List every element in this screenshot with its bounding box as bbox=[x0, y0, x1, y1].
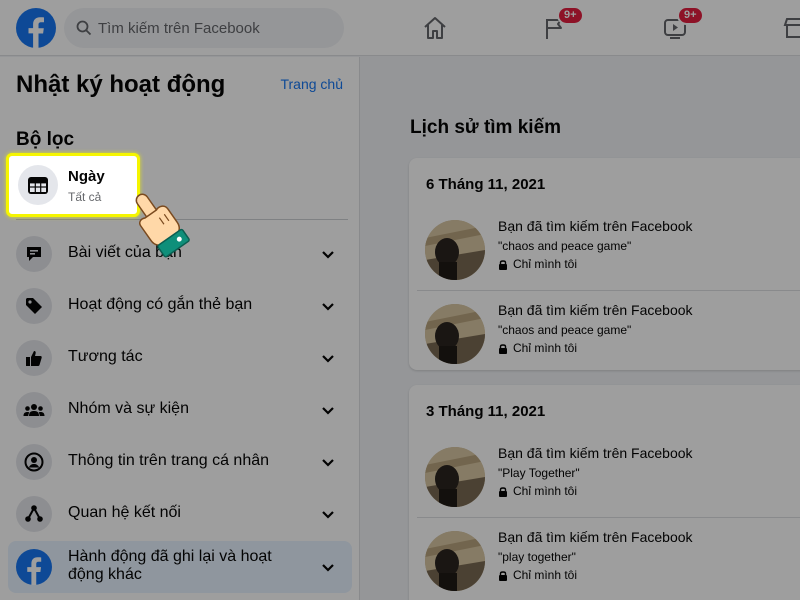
chevron-down-icon bbox=[322, 511, 334, 519]
privacy-label[interactable]: Chỉ mình tôi bbox=[498, 257, 577, 271]
divider bbox=[417, 517, 800, 518]
privacy-text: Chỉ mình tôi bbox=[513, 568, 578, 582]
date-filter-button[interactable]: Ngày Tất cả bbox=[6, 153, 140, 217]
privacy-label[interactable]: Chỉ mình tôi bbox=[498, 341, 577, 355]
pages-nav-button[interactable]: 9+ bbox=[533, 6, 584, 50]
home-link[interactable]: Trang chủ bbox=[280, 76, 343, 92]
date-group-card: 6 Tháng 11, 2021 Bạn đã tìm kiếm trên Fa… bbox=[409, 158, 800, 370]
chevron-down-icon bbox=[322, 459, 334, 467]
avatar bbox=[425, 531, 485, 591]
search-history-entry[interactable]: Bạn đã tìm kiếm trên Facebook "chaos and… bbox=[409, 206, 800, 294]
sidebar-item-groups-events[interactable]: Nhóm và sự kiện bbox=[8, 386, 352, 434]
watch-nav-button[interactable]: 9+ bbox=[653, 6, 704, 50]
sidebar-item-label: Hoạt động có gắn thẻ bạn bbox=[68, 296, 253, 313]
sidebar-item-interactions[interactable]: Tương tác bbox=[8, 334, 352, 382]
avatar bbox=[425, 220, 485, 280]
search-query: "chaos and peace game" bbox=[498, 323, 632, 337]
search-input[interactable]: Tìm kiếm trên Facebook bbox=[98, 20, 260, 37]
facebook-logo-icon[interactable] bbox=[16, 8, 56, 48]
search-icon bbox=[76, 20, 92, 36]
pointing-hand-icon bbox=[135, 193, 190, 258]
home-nav-button[interactable] bbox=[413, 6, 457, 50]
lock-icon bbox=[499, 343, 507, 354]
group-date: 6 Tháng 11, 2021 bbox=[426, 176, 546, 193]
calendar-icon bbox=[18, 165, 58, 205]
entry-title: Bạn đã tìm kiếm trên Facebook bbox=[498, 218, 693, 234]
entry-title: Bạn đã tìm kiếm trên Facebook bbox=[498, 302, 693, 318]
marketplace-nav-button[interactable] bbox=[772, 6, 800, 50]
search-query: "Play Together" bbox=[498, 466, 580, 480]
entry-title: Bạn đã tìm kiếm trên Facebook bbox=[498, 529, 693, 545]
page-title: Nhật ký hoạt động bbox=[16, 71, 226, 98]
search-query: "play together" bbox=[498, 550, 576, 564]
watch-badge: 9+ bbox=[677, 6, 704, 25]
sidebar-item-tagged-activity[interactable]: Hoạt động có gắn thẻ bạn bbox=[8, 282, 352, 330]
like-icon bbox=[16, 340, 52, 376]
sidebar-item-label: Nhóm và sự kiện bbox=[68, 400, 189, 417]
marketplace-icon bbox=[783, 18, 800, 38]
activity-log-sidebar: Nhật ký hoạt động Trang chủ Bộ lọc Bài v… bbox=[0, 57, 360, 600]
tag-icon bbox=[16, 288, 52, 324]
chevron-down-icon bbox=[322, 251, 334, 259]
filter-value: Tất cả bbox=[68, 190, 102, 204]
post-icon bbox=[16, 236, 52, 272]
sidebar-item-connections[interactable]: Quan hệ kết nối bbox=[8, 490, 352, 538]
sidebar-item-profile-info[interactable]: Thông tin trên trang cá nhân bbox=[8, 438, 352, 486]
sidebar-item-label: Thông tin trên trang cá nhân bbox=[68, 452, 270, 469]
groups-icon bbox=[16, 392, 52, 428]
privacy-label[interactable]: Chỉ mình tôi bbox=[498, 484, 577, 498]
chevron-down-icon bbox=[322, 564, 334, 572]
flag-badge: 9+ bbox=[557, 6, 584, 25]
privacy-text: Chỉ mình tôi bbox=[513, 257, 578, 271]
facebook-icon bbox=[16, 549, 52, 585]
search-history-entry[interactable]: Bạn đã tìm kiếm trên Facebook "chaos and… bbox=[409, 290, 800, 378]
search-bar[interactable]: Tìm kiếm trên Facebook bbox=[64, 8, 344, 48]
connections-icon bbox=[16, 496, 52, 532]
filter-label: Ngày bbox=[68, 168, 105, 185]
sidebar-item-label: Quan hệ kết nối bbox=[68, 504, 181, 521]
entry-title: Bạn đã tìm kiếm trên Facebook bbox=[498, 445, 693, 461]
date-group-card: 3 Tháng 11, 2021 Bạn đã tìm kiếm trên Fa… bbox=[409, 385, 800, 600]
profile-icon bbox=[16, 444, 52, 480]
search-query: "chaos and peace game" bbox=[498, 239, 632, 253]
sidebar-item-label: Tương tác bbox=[68, 348, 143, 365]
sidebar-item-logged-actions[interactable]: Hành động đã ghi lại và hoạt động khác bbox=[8, 541, 352, 593]
avatar bbox=[425, 447, 485, 507]
lock-icon bbox=[499, 259, 507, 270]
main-content: Lịch sử tìm kiếm 6 Tháng 11, 2021 Bạn đã… bbox=[361, 57, 800, 600]
privacy-label[interactable]: Chỉ mình tôi bbox=[498, 568, 577, 582]
home-icon bbox=[424, 17, 446, 39]
search-history-entry[interactable]: Bạn đã tìm kiếm trên Facebook "play toge… bbox=[409, 517, 800, 600]
privacy-text: Chỉ mình tôi bbox=[513, 341, 578, 355]
lock-icon bbox=[499, 570, 507, 581]
filter-heading: Bộ lọc bbox=[16, 129, 75, 150]
lock-icon bbox=[499, 486, 507, 497]
search-history-entry[interactable]: Bạn đã tìm kiếm trên Facebook "Play Toge… bbox=[409, 433, 800, 521]
group-date: 3 Tháng 11, 2021 bbox=[426, 403, 546, 420]
chevron-down-icon bbox=[322, 303, 334, 311]
top-navigation-bar: Tìm kiếm trên Facebook 9+ 9+ bbox=[0, 0, 800, 56]
avatar bbox=[425, 304, 485, 364]
chevron-down-icon bbox=[322, 355, 334, 363]
chevron-down-icon bbox=[322, 407, 334, 415]
section-title: Lịch sử tìm kiếm bbox=[410, 117, 562, 138]
divider bbox=[417, 290, 800, 291]
privacy-text: Chỉ mình tôi bbox=[513, 484, 578, 498]
sidebar-item-label: Hành động đã ghi lại và hoạt động khác bbox=[68, 548, 272, 583]
